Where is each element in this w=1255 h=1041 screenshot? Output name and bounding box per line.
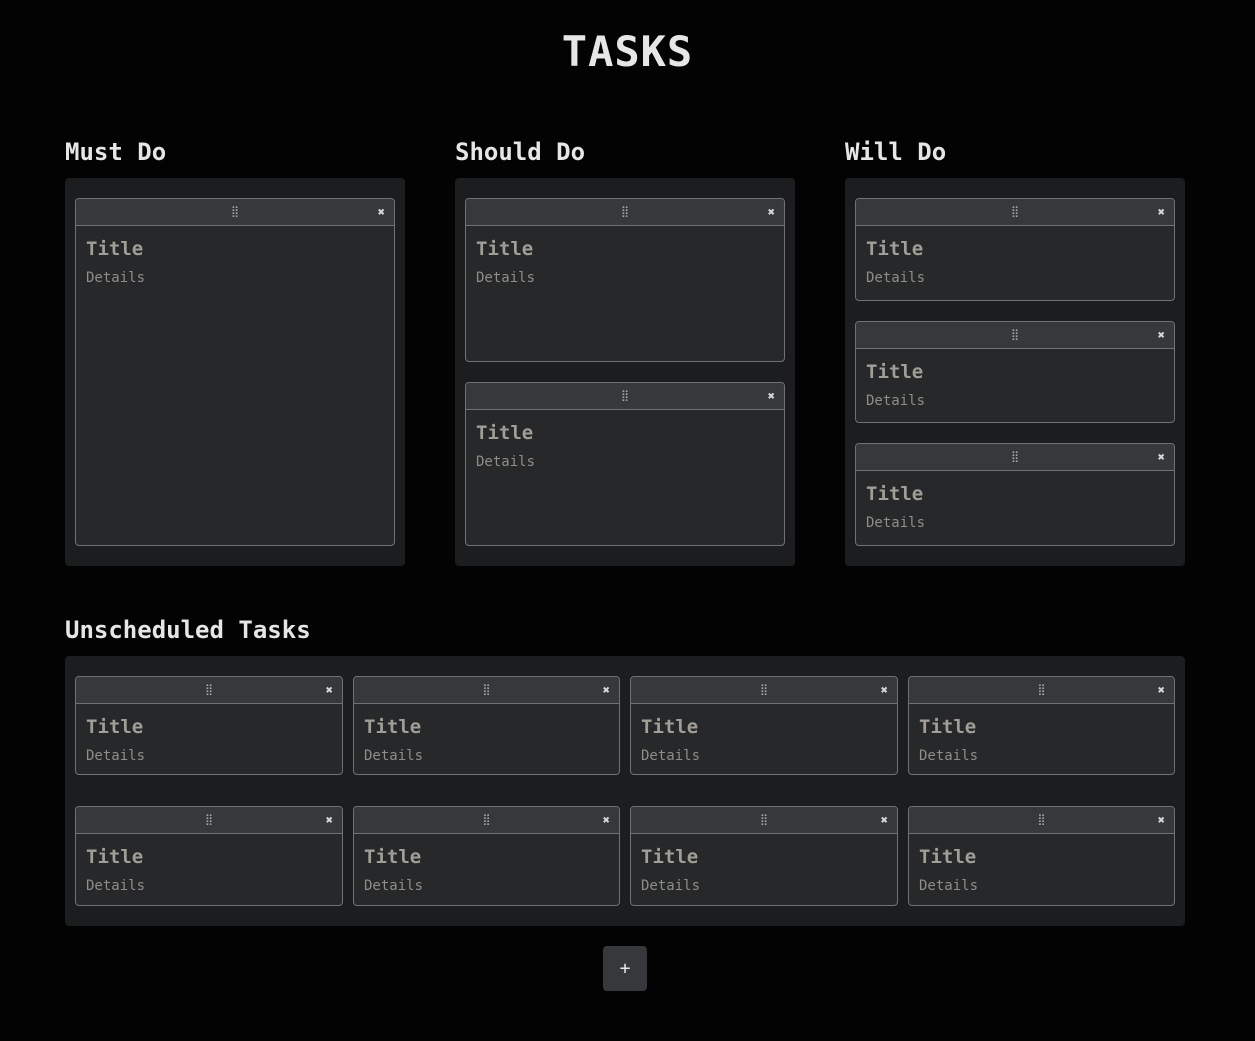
close-icon[interactable]: ✖ [881, 682, 888, 698]
card-header: ⣿ ✖ [354, 677, 619, 704]
unscheduled-heading: Unscheduled Tasks [65, 616, 311, 644]
task-card[interactable]: ⣿ ✖ Title Details [855, 321, 1175, 423]
card-title[interactable]: Title [364, 845, 421, 869]
page-title: TASKS [561, 27, 694, 76]
close-icon[interactable]: ✖ [378, 204, 385, 220]
task-card[interactable]: ⣿ ✖ Title Details [630, 806, 898, 906]
close-icon[interactable]: ✖ [1158, 682, 1165, 698]
close-icon[interactable]: ✖ [1158, 204, 1165, 220]
drag-handle-icon[interactable]: ⣿ [621, 389, 629, 403]
card-title[interactable]: Title [866, 237, 923, 261]
drag-handle-icon[interactable]: ⣿ [1011, 205, 1019, 219]
drag-handle-icon[interactable]: ⣿ [760, 813, 768, 827]
card-title[interactable]: Title [476, 421, 533, 445]
task-card[interactable]: ⣿ ✖ Title Details [465, 198, 785, 362]
card-header: ⣿ ✖ [856, 322, 1174, 349]
card-header: ⣿ ✖ [76, 807, 342, 834]
card-details[interactable]: Details [86, 747, 145, 765]
column-heading-will-do: Will Do [845, 138, 947, 166]
drag-handle-icon[interactable]: ⣿ [760, 683, 768, 697]
close-icon[interactable]: ✖ [1158, 449, 1165, 465]
card-details[interactable]: Details [919, 877, 978, 895]
task-card[interactable]: ⣿ ✖ Title Details [353, 676, 620, 775]
column-must-do: ⣿ ✖ Title Details [65, 178, 405, 566]
card-details[interactable]: Details [86, 877, 145, 895]
task-card[interactable]: ⣿ ✖ Title Details [855, 198, 1175, 301]
task-card[interactable]: ⣿ ✖ Title Details [353, 806, 620, 906]
card-header: ⣿ ✖ [631, 677, 897, 704]
drag-handle-icon[interactable]: ⣿ [482, 813, 490, 827]
drag-handle-icon[interactable]: ⣿ [205, 813, 213, 827]
card-title[interactable]: Title [86, 715, 143, 739]
column-heading-must-do: Must Do [65, 138, 167, 166]
task-card[interactable]: ⣿ ✖ Title Details [465, 382, 785, 546]
drag-handle-icon[interactable]: ⣿ [1037, 813, 1045, 827]
add-task-button[interactable]: + [603, 946, 647, 991]
close-icon[interactable]: ✖ [326, 682, 333, 698]
card-details[interactable]: Details [86, 269, 145, 287]
card-header: ⣿ ✖ [76, 677, 342, 704]
card-details[interactable]: Details [866, 514, 925, 532]
card-title[interactable]: Title [866, 360, 923, 384]
card-title[interactable]: Title [866, 482, 923, 506]
card-title[interactable]: Title [641, 715, 698, 739]
card-header: ⣿ ✖ [909, 677, 1174, 704]
drag-handle-icon[interactable]: ⣿ [1037, 683, 1045, 697]
unscheduled-panel: ⣿ ✖ Title Details ⣿ ✖ Title Details ⣿ ✖ … [65, 656, 1185, 926]
card-header: ⣿ ✖ [466, 199, 784, 226]
card-details[interactable]: Details [866, 392, 925, 410]
task-card[interactable]: ⣿ ✖ Title Details [855, 443, 1175, 546]
drag-handle-icon[interactable]: ⣿ [205, 683, 213, 697]
card-details[interactable]: Details [641, 877, 700, 895]
card-header: ⣿ ✖ [631, 807, 897, 834]
card-title[interactable]: Title [364, 715, 421, 739]
drag-handle-icon[interactable]: ⣿ [482, 683, 490, 697]
card-title[interactable]: Title [476, 237, 533, 261]
card-title[interactable]: Title [919, 715, 976, 739]
task-card[interactable]: ⣿ ✖ Title Details [75, 806, 343, 906]
card-title[interactable]: Title [86, 845, 143, 869]
close-icon[interactable]: ✖ [326, 812, 333, 828]
card-details[interactable]: Details [919, 747, 978, 765]
card-header: ⣿ ✖ [466, 383, 784, 410]
card-details[interactable]: Details [866, 269, 925, 287]
close-icon[interactable]: ✖ [603, 682, 610, 698]
card-details[interactable]: Details [364, 747, 423, 765]
close-icon[interactable]: ✖ [1158, 812, 1165, 828]
task-card[interactable]: ⣿ ✖ Title Details [908, 676, 1175, 775]
drag-handle-icon[interactable]: ⣿ [1011, 328, 1019, 342]
task-card[interactable]: ⣿ ✖ Title Details [908, 806, 1175, 906]
close-icon[interactable]: ✖ [603, 812, 610, 828]
card-details[interactable]: Details [641, 747, 700, 765]
close-icon[interactable]: ✖ [881, 812, 888, 828]
column-heading-should-do: Should Do [455, 138, 586, 166]
card-header: ⣿ ✖ [856, 444, 1174, 471]
card-title[interactable]: Title [919, 845, 976, 869]
card-details[interactable]: Details [364, 877, 423, 895]
card-details[interactable]: Details [476, 269, 535, 287]
drag-handle-icon[interactable]: ⣿ [231, 205, 239, 219]
card-details[interactable]: Details [476, 453, 535, 471]
card-title[interactable]: Title [86, 237, 143, 261]
column-will-do: ⣿ ✖ Title Details ⣿ ✖ Title Details ⣿ ✖ … [845, 178, 1185, 566]
drag-handle-icon[interactable]: ⣿ [1011, 450, 1019, 464]
task-card[interactable]: ⣿ ✖ Title Details [75, 198, 395, 546]
card-header: ⣿ ✖ [856, 199, 1174, 226]
card-header: ⣿ ✖ [76, 199, 394, 226]
close-icon[interactable]: ✖ [1158, 327, 1165, 343]
drag-handle-icon[interactable]: ⣿ [621, 205, 629, 219]
card-title[interactable]: Title [641, 845, 698, 869]
column-should-do: ⣿ ✖ Title Details ⣿ ✖ Title Details [455, 178, 795, 566]
close-icon[interactable]: ✖ [768, 204, 775, 220]
card-header: ⣿ ✖ [909, 807, 1174, 834]
card-header: ⣿ ✖ [354, 807, 619, 834]
close-icon[interactable]: ✖ [768, 388, 775, 404]
task-card[interactable]: ⣿ ✖ Title Details [75, 676, 343, 775]
task-card[interactable]: ⣿ ✖ Title Details [630, 676, 898, 775]
